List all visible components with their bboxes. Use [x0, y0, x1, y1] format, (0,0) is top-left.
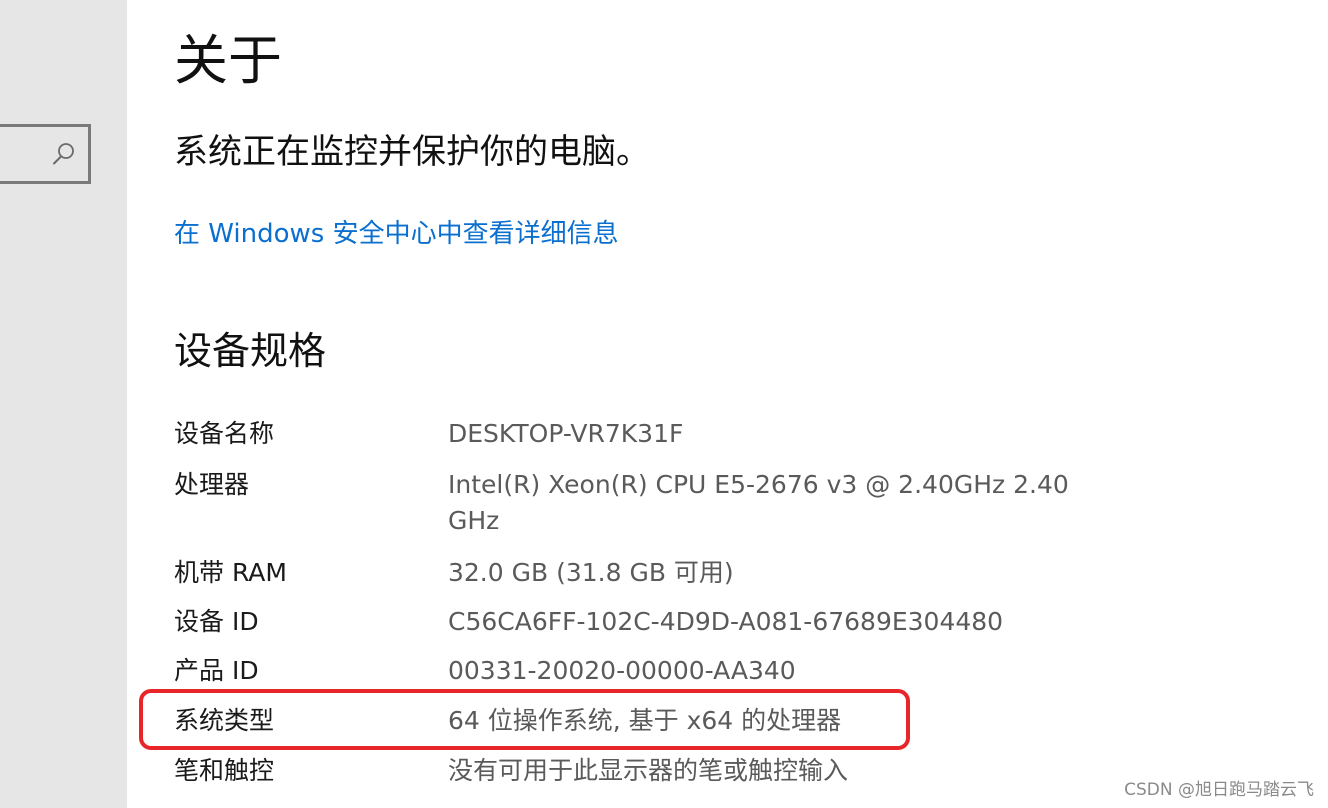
- security-center-link[interactable]: 在 Windows 安全中心中查看详细信息: [174, 214, 619, 254]
- spec-value[interactable]: 00331-20020-00000-AA340: [448, 653, 1108, 689]
- search-input[interactable]: [0, 124, 91, 184]
- spec-label: 处理器: [174, 470, 250, 499]
- spec-label: 设备名称: [174, 419, 275, 448]
- page-title: 关于: [174, 29, 282, 92]
- spec-value[interactable]: 没有可用于此显示器的笔或触控输入: [448, 753, 1108, 789]
- protection-status-text: 系统正在监控并保护你的电脑。: [174, 132, 650, 172]
- watermark: CSDN @旭日跑马踏云飞: [1124, 780, 1314, 800]
- spec-label: 机带 RAM: [174, 558, 287, 587]
- spec-value[interactable]: DESKTOP-VR7K31F: [448, 416, 1108, 452]
- spec-value[interactable]: 32.0 GB (31.8 GB 可用): [448, 555, 1108, 591]
- spec-value[interactable]: Intel(R) Xeon(R) CPU E5-2676 v3 @ 2.40GH…: [448, 467, 1078, 539]
- sidebar: [0, 0, 127, 808]
- spec-value[interactable]: C56CA6FF-102C-4D9D-A081-67689E304480: [448, 604, 1108, 640]
- spec-label: 笔和触控: [174, 756, 275, 785]
- device-specs-heading: 设备规格: [174, 329, 327, 373]
- about-page: 关于 系统正在监控并保护你的电脑。 在 Windows 安全中心中查看详细信息 …: [127, 0, 1328, 808]
- spec-label: 产品 ID: [174, 656, 259, 685]
- highlight-annotation: [139, 689, 910, 750]
- search-icon[interactable]: [52, 142, 76, 166]
- spec-label: 设备 ID: [174, 607, 259, 636]
